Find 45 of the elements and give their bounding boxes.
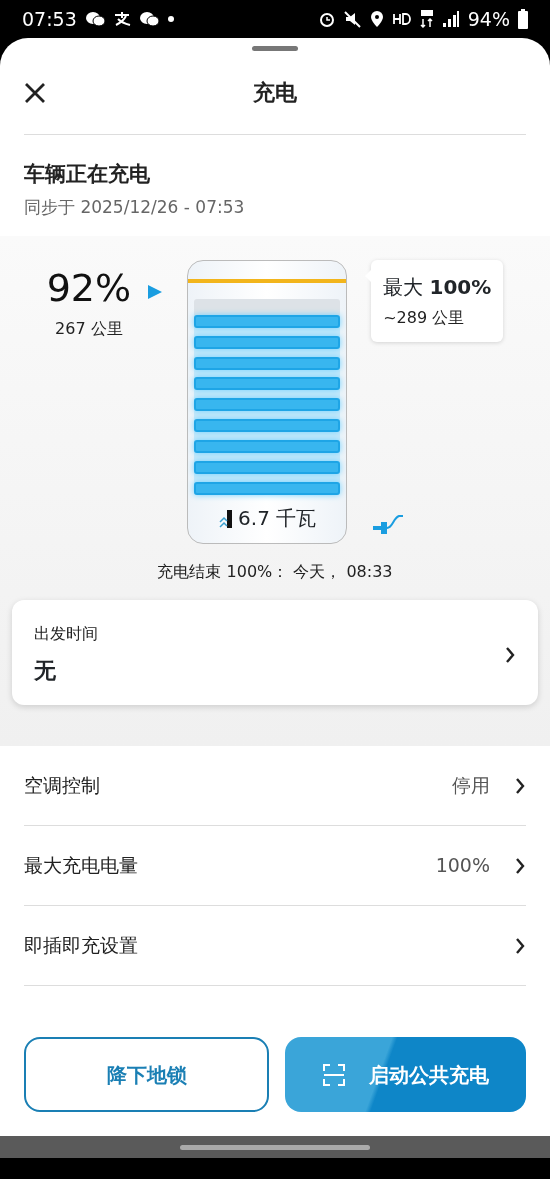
departure-value: 无 bbox=[34, 657, 57, 685]
chat-icon bbox=[84, 11, 105, 27]
max-range: ~289 公里 bbox=[383, 307, 466, 329]
location-icon bbox=[369, 10, 384, 28]
close-button[interactable] bbox=[24, 80, 46, 105]
settings-row[interactable]: 空调控制 停用 bbox=[24, 746, 526, 826]
setting-value: 100% bbox=[435, 853, 490, 879]
status-time: 07:53 bbox=[22, 6, 77, 32]
page-title: 充电 bbox=[253, 79, 297, 107]
home-indicator[interactable] bbox=[180, 1144, 370, 1150]
battery-icon bbox=[518, 9, 528, 29]
chevron-right-icon bbox=[504, 645, 516, 664]
triangle-icon bbox=[147, 284, 164, 300]
charging-icon bbox=[218, 507, 235, 529]
chevron-right-icon bbox=[514, 936, 526, 955]
max-label: 最大 100% bbox=[383, 274, 492, 301]
setting-value: 停用 bbox=[452, 773, 490, 799]
charge-end-text: 充电结束 100%： 今天， 08:33 bbox=[157, 562, 393, 581]
status-heading: 车辆正在充电 bbox=[24, 161, 151, 188]
range-text: 267 公里 bbox=[55, 318, 123, 340]
charge-percent: 92% bbox=[46, 265, 132, 312]
chevron-right-icon bbox=[514, 856, 526, 875]
lower-lock-button[interactable]: 降下地锁 bbox=[24, 1037, 269, 1112]
plug-icon bbox=[371, 512, 406, 536]
start-charging-button[interactable]: 启动公共充电 bbox=[285, 1037, 526, 1112]
setting-label: 空调控制 bbox=[24, 773, 101, 799]
settings-row[interactable]: 即插即充设置 bbox=[24, 906, 526, 986]
drag-handle[interactable] bbox=[252, 46, 298, 51]
hd-icon bbox=[391, 12, 412, 26]
chat-icon bbox=[138, 11, 159, 27]
departure-label: 出发时间 bbox=[34, 623, 98, 645]
setting-label: 最大充电电量 bbox=[24, 853, 139, 879]
departure-card[interactable]: 出发时间 无 bbox=[12, 600, 538, 706]
setting-label: 即插即充设置 bbox=[24, 933, 139, 959]
sync-time: 同步于 2025/12/26 - 07:53 bbox=[24, 195, 246, 219]
scan-icon bbox=[322, 1063, 345, 1086]
alarm-icon bbox=[317, 10, 336, 28]
network-icon bbox=[419, 9, 434, 29]
battery-percent: 94% bbox=[467, 6, 510, 32]
power-text: 6.7 千瓦 bbox=[238, 505, 317, 532]
dot-icon bbox=[166, 15, 175, 23]
settings-row[interactable]: 最大充电电量 100% bbox=[24, 826, 526, 906]
chevron-right-icon bbox=[514, 776, 526, 795]
mute-icon bbox=[343, 10, 362, 28]
signal-icon bbox=[441, 10, 460, 28]
